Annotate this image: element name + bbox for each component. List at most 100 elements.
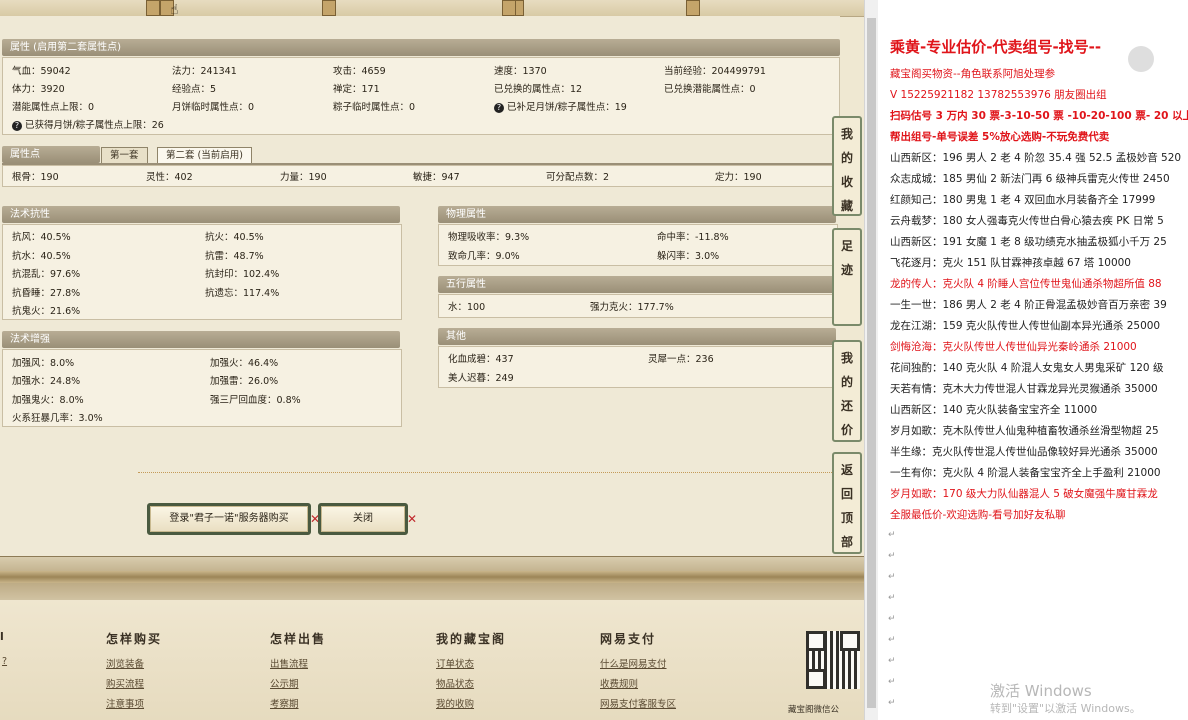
resist-seal: 抗封印：102.4% xyxy=(205,269,280,280)
dotted-divider xyxy=(138,472,836,473)
floating-logo xyxy=(1128,46,1154,72)
notes-line: 云舟载梦：180 女人强毒克火传世白骨心猿去疾 PK 日常 5 xyxy=(890,215,1164,227)
boost-ghostfire: 加强鬼火：8.0% xyxy=(12,395,84,406)
notes-line: 花间独酌：140 克火队 4 阶混人女鬼女人男鬼采矿 120 级 xyxy=(890,362,1164,374)
paragraph-mark-icon: ↵ xyxy=(888,677,896,687)
boost-sanshi: 强三尸回血度：0.8% xyxy=(210,395,301,406)
other-meiren: 美人迟暮：249 xyxy=(448,373,514,384)
boost-wind: 加强风：8.0% xyxy=(12,358,75,369)
footer-link[interactable]: 公示期 xyxy=(270,676,299,690)
sidetab-footprint[interactable]: 足迹 xyxy=(832,228,862,326)
notes-line: 龙的传人：克火队 4 阶睡人宫位传世鬼仙通杀物超所值 88 xyxy=(890,278,1162,290)
phys-crit: 致命几率：9.0% xyxy=(448,251,520,262)
footer-link[interactable]: 注意事项 xyxy=(106,696,144,710)
notes-line: 一生一世：186 男人 2 老 4 阶正骨混孟极妙音百万亲密 39 xyxy=(890,299,1167,311)
attr-mp: 法力：241341 xyxy=(172,66,237,77)
attr-speed: 速度：1370 xyxy=(494,66,547,77)
resist-chaos: 抗混乱：97.6% xyxy=(12,269,81,280)
vertical-scrollbar[interactable] xyxy=(864,0,879,720)
resist-wind: 抗风：40.5% xyxy=(12,232,71,243)
paragraph-mark-icon: ↵ xyxy=(888,530,896,540)
footer-head-buy: 怎样购买 xyxy=(106,632,163,646)
notes-heading: 乘黄-专业估价-代卖组号-找号-- xyxy=(890,38,1102,56)
item-slot[interactable] xyxy=(502,0,516,16)
footer-link[interactable]: 我的收购 xyxy=(436,696,474,710)
paragraph-mark-icon: ↵ xyxy=(888,614,896,624)
item-slot[interactable] xyxy=(686,0,700,16)
point-lingxing: 灵性：402 xyxy=(146,172,193,183)
paragraph-mark-icon: ↵ xyxy=(888,656,896,666)
paragraph-mark-icon: ↵ xyxy=(888,551,896,561)
footer-link[interactable]: 考察期 xyxy=(270,696,299,710)
item-slot[interactable] xyxy=(322,0,336,16)
points-header: 属性点 xyxy=(2,146,100,163)
point-gengu: 根骨：190 xyxy=(12,172,59,183)
sidetab-favorites[interactable]: 我的收藏 xyxy=(832,116,862,216)
notes-line: 红颜知己：180 男鬼 1 老 4 双回血水月装备齐全 17999 xyxy=(890,194,1156,206)
footer-link[interactable]: 收费规则 xyxy=(600,676,638,690)
footer-link[interactable]: 订单状态 xyxy=(436,656,474,670)
paragraph-mark-icon: ↵ xyxy=(888,572,896,582)
point-agility: 敏捷：947 xyxy=(413,172,460,183)
notes-line: 岁月如歌：170 级大力队仙器混人 5 破女魔强牛魔甘霖龙 xyxy=(890,488,1158,500)
resist-sleep: 抗昏睡：27.8% xyxy=(12,288,81,299)
sidetab-back-to-top[interactable]: 返回顶部 xyxy=(832,452,862,554)
point-strength: 力量：190 xyxy=(280,172,327,183)
help-icon[interactable]: ? xyxy=(12,120,22,131)
top-item-strip xyxy=(0,0,864,17)
footer-head-mine: 我的藏宝阁 xyxy=(436,632,507,646)
activation-watermark-title: 激活 Windows xyxy=(990,682,1092,700)
footer-link-cut[interactable]: ? xyxy=(2,656,7,667)
notes-line: 帮出组号-单号误差 5%放心选购-不玩免费代卖 xyxy=(890,131,1110,143)
resist-fire: 抗火：40.5% xyxy=(205,232,264,243)
footer-link[interactable]: 购买流程 xyxy=(106,676,144,690)
notes-line: 龙在江湖：159 克火队传世人传世仙副本异光通杀 25000 xyxy=(890,320,1161,332)
notes-line: 天若有情：克木大力传世混人甘霖龙异光灵猴通杀 35000 xyxy=(890,383,1158,395)
attributes-header: 属性 (启用第二套属性点) xyxy=(2,39,840,56)
footer-link[interactable]: 物品状态 xyxy=(436,676,474,690)
login-buy-button[interactable]: 登录"君子一诺"服务器购买 ✕ xyxy=(147,503,320,535)
notes-line: V 15225921182 13782553976 朋友圈出组 xyxy=(890,89,1107,101)
help-icon[interactable]: ? xyxy=(494,102,504,113)
notes-line: 山西新区：140 克火队装备宝宝齐全 11000 xyxy=(890,404,1098,416)
attr-stamina: 体力：3920 xyxy=(12,84,65,95)
qr-label: 藏宝阁微信公 xyxy=(788,705,840,715)
item-slot[interactable] xyxy=(146,0,160,16)
resist-water: 抗水：40.5% xyxy=(12,251,71,262)
footer-head-sell: 怎样出售 xyxy=(270,632,327,646)
sidetab-bargain[interactable]: 我的还价 xyxy=(832,340,862,442)
attr-mooncake-temp: 月饼临时属性点：0 xyxy=(172,102,255,113)
resist-forget: 抗遗忘：117.4% xyxy=(205,288,280,299)
footer-link[interactable]: 网易支付客服专区 xyxy=(600,696,676,710)
qr-code-image xyxy=(806,631,860,689)
attr-exp: 当前经验：204499791 xyxy=(664,66,766,77)
wuxing-anti-fire: 强力克火：177.7% xyxy=(590,302,674,313)
boost-header: 法术增强 xyxy=(2,331,400,348)
attr-zen: 禅定：171 xyxy=(333,84,380,95)
footer-link[interactable]: 浏览装备 xyxy=(106,656,144,670)
notes-line: 扫码估号 3 万内 30 票-3-10-50 票 -10-20-100 票- 2… xyxy=(890,110,1188,122)
notes-line: 一生有你：克火队 4 阶混人装备宝宝齐全上手盈利 21000 xyxy=(890,467,1161,479)
notes-line: 半生缘：克火队传世混人传世仙品像较好异光通杀 35000 xyxy=(890,446,1158,458)
notes-line: 众志成城：185 男仙 2 新法门再 6 级神兵雷克火传世 2450 xyxy=(890,173,1170,185)
attr-filled: ? 已补足月饼/粽子属性点：19 xyxy=(494,99,627,113)
boost-fire: 加强火：46.4% xyxy=(210,358,279,369)
footer-link[interactable]: 什么是网易支付 xyxy=(600,656,667,670)
wuxing-water: 水：100 xyxy=(448,302,486,313)
attr-potential-cap: 潜能属性点上限：0 xyxy=(12,102,95,113)
other-huaxue: 化血成碧：437 xyxy=(448,354,514,365)
paragraph-mark-icon: ↵ xyxy=(888,593,896,603)
physical-header: 物理属性 xyxy=(438,206,836,223)
notes-document[interactable]: 乘黄-专业估价-代卖组号-找号-- 藏宝阁买物资--角色联系阿旭处理参 V 1522… xyxy=(878,0,1188,720)
boost-fire-rage: 火系狂暴几率：3.0% xyxy=(12,413,103,424)
site-footer: l ? 怎样购买 怎样出售 我的藏宝阁 网易支付 浏览装备 购买流程 注意事项 … xyxy=(0,600,864,720)
resist-header: 法术抗性 xyxy=(2,206,400,223)
other-header: 其他 xyxy=(438,328,836,345)
attr-attack: 攻击：4659 xyxy=(333,66,386,77)
scrollbar-thumb[interactable] xyxy=(867,18,876,708)
other-lingxi: 灵犀一点：236 xyxy=(648,354,714,365)
paragraph-mark-icon: ↵ xyxy=(888,698,896,708)
close-button[interactable]: 关闭 ✕ xyxy=(318,503,417,535)
footer-link[interactable]: 出售流程 xyxy=(270,656,308,670)
decorative-scroll-band xyxy=(0,556,864,601)
